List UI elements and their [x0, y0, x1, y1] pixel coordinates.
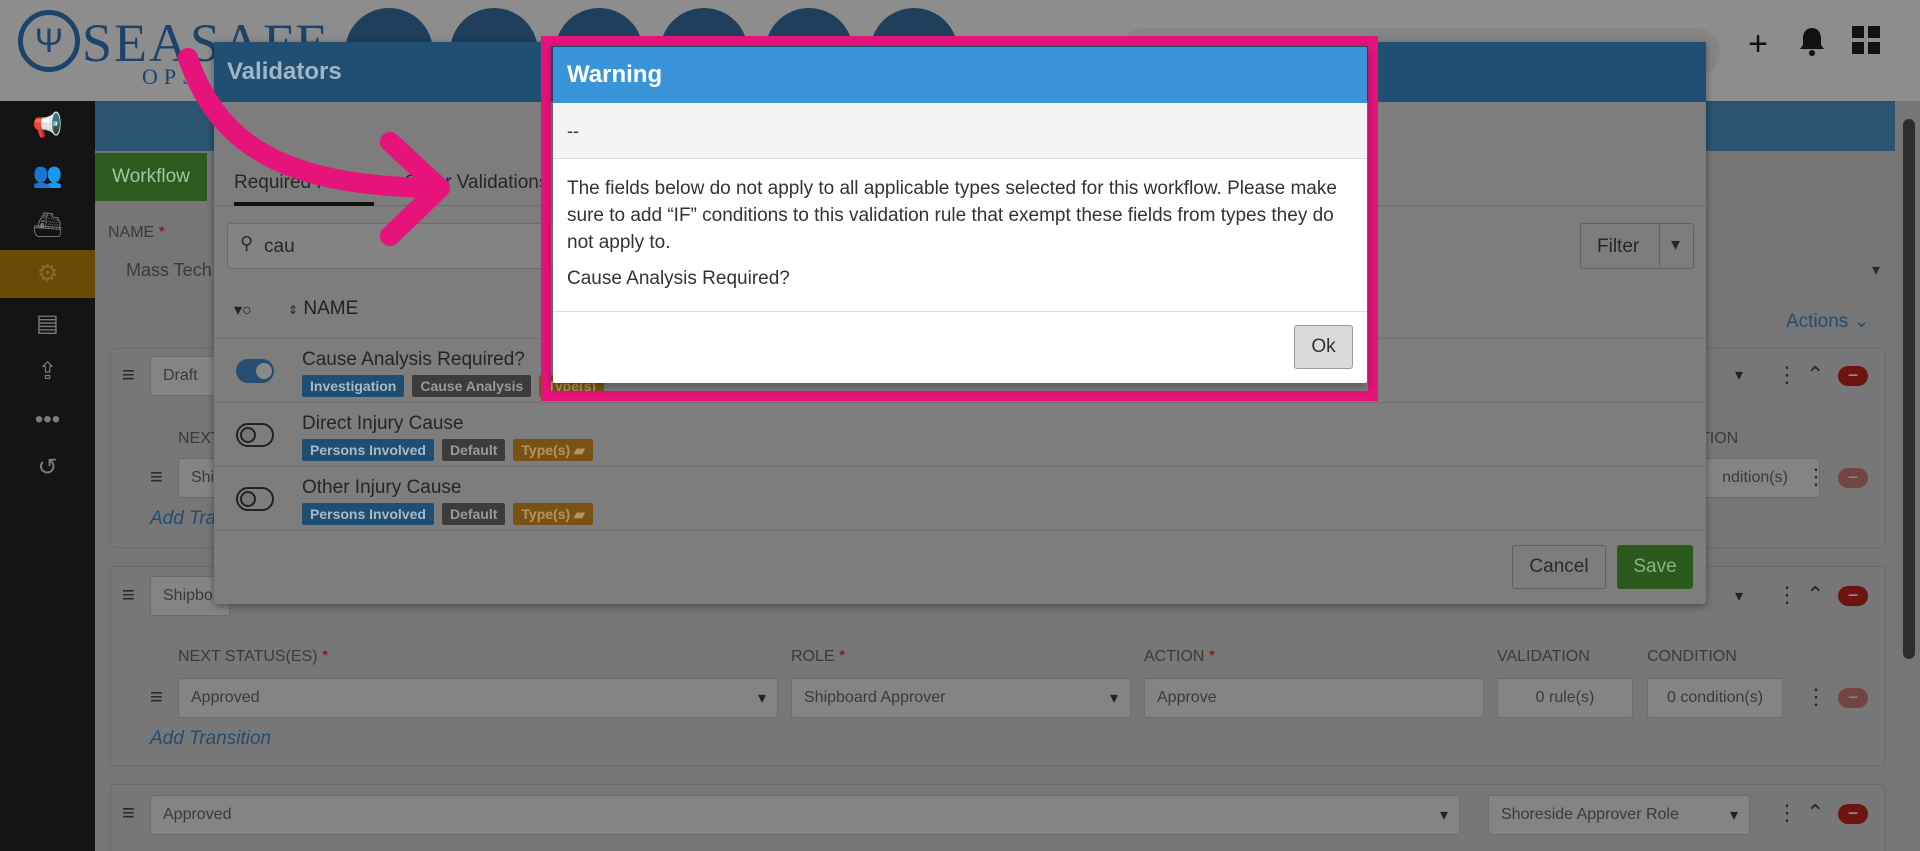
warning-field-name: Cause Analysis Required? [567, 268, 790, 289]
divider [553, 311, 1367, 312]
warning-title: Warning [553, 47, 1367, 103]
ok-button[interactable]: Ok [1294, 325, 1353, 369]
warning-message: The fields below do not apply to all app… [567, 178, 1337, 253]
warning-dialog: Warning -- The fields below do not apply… [553, 47, 1367, 383]
warning-subtitle: -- [553, 103, 1367, 159]
